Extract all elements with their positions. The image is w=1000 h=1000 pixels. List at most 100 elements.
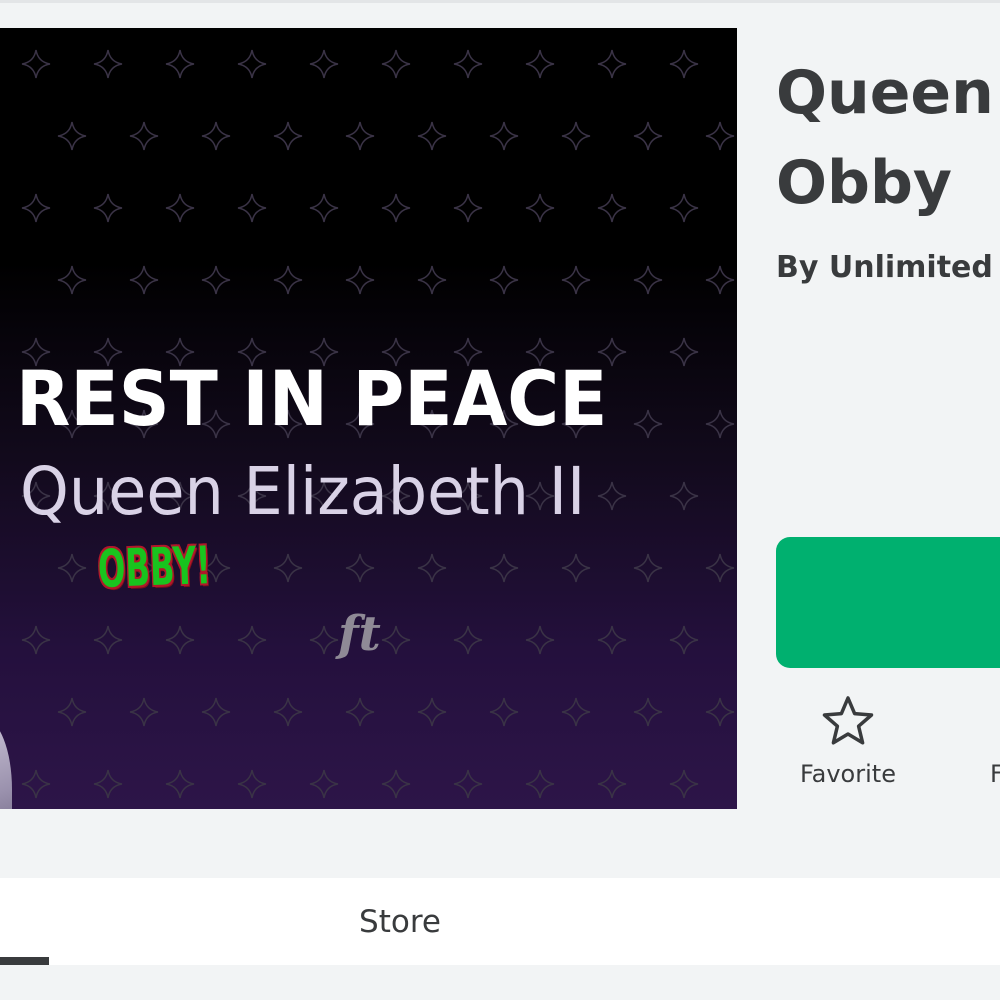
sparkle-shape <box>129 697 159 727</box>
sparkle-shape <box>489 265 519 295</box>
sparkle-shape <box>237 193 267 223</box>
sparkle-shape <box>669 481 699 511</box>
sparkle-shape <box>633 553 663 583</box>
sparkle-shape <box>309 769 339 799</box>
sparkle-shape <box>561 697 591 727</box>
sparkle-shape <box>525 769 555 799</box>
tab-store[interactable]: Store <box>300 878 500 965</box>
sparkle-shape <box>633 121 663 151</box>
sparkle-shape <box>705 697 735 727</box>
sparkle-shape <box>381 625 411 655</box>
sparkle-shape <box>345 265 375 295</box>
sparkle-shape <box>525 625 555 655</box>
sparkle-shape <box>165 625 195 655</box>
sparkle-shape <box>309 193 339 223</box>
sparkle-shape <box>417 121 447 151</box>
sparkle-shape <box>597 481 627 511</box>
game-title-line2: Obby <box>776 148 953 218</box>
sparkle-shape <box>201 265 231 295</box>
game-details-page: REST IN PEACE Queen Elizabeth II OBBY! f… <box>0 0 1000 1000</box>
sparkle-shape <box>489 697 519 727</box>
sparkle-shape <box>129 121 159 151</box>
sparkle-shape <box>705 265 735 295</box>
sparkle-shape <box>165 49 195 79</box>
favorite-label: Favorite <box>800 760 896 788</box>
sparkle-shape <box>93 769 123 799</box>
sparkle-shape <box>273 697 303 727</box>
sparkle-shape <box>345 697 375 727</box>
sparkle-shape <box>705 553 735 583</box>
sparkle-shape <box>705 409 735 439</box>
tab-bar: Store <box>0 878 1000 965</box>
sparkle-shape <box>345 553 375 583</box>
sparkle-shape <box>453 49 483 79</box>
thumbnail-obby-badge: OBBY! <box>96 536 212 600</box>
sparkle-shape <box>57 553 87 583</box>
follow-button[interactable]: F <box>990 694 1000 788</box>
game-title-line1: Queen <box>776 58 994 128</box>
sparkle-shape <box>633 697 663 727</box>
sparkle-shape <box>201 697 231 727</box>
sparkle-shape <box>93 625 123 655</box>
sparkle-shape <box>309 49 339 79</box>
sparkle-shape <box>273 553 303 583</box>
sparkle-shape <box>93 193 123 223</box>
sparkle-shape <box>57 697 87 727</box>
sparkle-shape <box>21 49 51 79</box>
sparkle-shape <box>381 49 411 79</box>
top-strip <box>0 0 1000 3</box>
sparkle-shape <box>273 121 303 151</box>
sparkle-shape <box>129 265 159 295</box>
sparkle-shape <box>21 769 51 799</box>
game-creator[interactable]: By Unlimited <box>776 250 993 285</box>
sparkle-shape <box>309 625 339 655</box>
sparkle-shape <box>669 769 699 799</box>
star-outline-icon <box>822 696 874 745</box>
game-title: Queen Obby <box>776 48 1000 228</box>
sparkle-shape <box>237 625 267 655</box>
sparkle-shape <box>345 121 375 151</box>
sparkle-shape <box>57 121 87 151</box>
sparkle-shape <box>597 49 627 79</box>
game-thumbnail[interactable]: REST IN PEACE Queen Elizabeth II OBBY! f… <box>0 28 737 809</box>
sparkle-shape <box>381 193 411 223</box>
sparkle-shape <box>669 49 699 79</box>
sparkle-shape <box>525 49 555 79</box>
sparkle-shape <box>165 193 195 223</box>
sparkle-shape <box>453 193 483 223</box>
follow-icon <box>990 694 1000 750</box>
sparkle-shape <box>417 697 447 727</box>
sparkle-shape <box>93 49 123 79</box>
sparkle-shape <box>561 121 591 151</box>
sparkle-shape <box>273 265 303 295</box>
sparkle-shape <box>381 769 411 799</box>
sparkle-shape <box>525 193 555 223</box>
sparkle-shape <box>165 769 195 799</box>
thumbnail-headline: REST IN PEACE <box>16 354 608 443</box>
follow-label: F <box>990 760 1000 788</box>
sparkle-shape <box>237 49 267 79</box>
sparkle-shape <box>489 553 519 583</box>
active-tab-indicator <box>0 957 49 965</box>
sparkle-shape <box>597 769 627 799</box>
sparkle-shape <box>561 553 591 583</box>
sparkle-shape <box>561 265 591 295</box>
sparkle-shape <box>453 769 483 799</box>
sparkle-shape <box>417 553 447 583</box>
sparkle-shape <box>57 265 87 295</box>
thumbnail-logo: ft <box>338 606 381 662</box>
sparkle-shape <box>21 625 51 655</box>
tab-about[interactable] <box>0 878 200 965</box>
sparkle-shape <box>453 625 483 655</box>
play-button[interactable] <box>776 537 1000 668</box>
sparkle-shape <box>597 625 627 655</box>
favorite-button[interactable]: Favorite <box>778 694 918 788</box>
sparkle-shape <box>705 121 735 151</box>
sparkle-shape <box>21 193 51 223</box>
sparkle-shape <box>597 193 627 223</box>
sparkle-shape <box>237 769 267 799</box>
sparkle-shape <box>633 265 663 295</box>
sparkle-shape <box>669 193 699 223</box>
sparkle-shape <box>201 121 231 151</box>
sparkle-shape <box>669 625 699 655</box>
